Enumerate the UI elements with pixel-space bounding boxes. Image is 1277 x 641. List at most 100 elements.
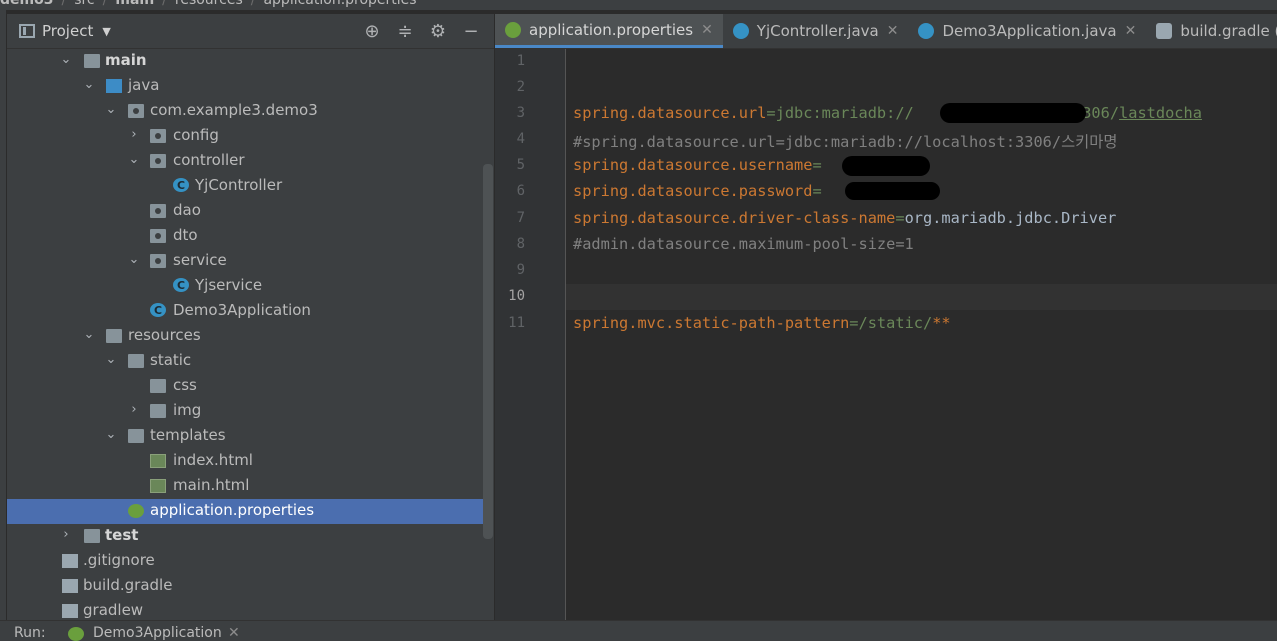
tree-item-test[interactable]: › test: [7, 524, 484, 549]
chevron-down-icon[interactable]: ⌄: [60, 52, 72, 67]
tree-item-config[interactable]: › config: [7, 124, 484, 149]
chevron-down-icon[interactable]: ▼: [102, 25, 110, 38]
tab-label: build.gradle (demo3): [1180, 22, 1277, 40]
close-icon[interactable]: ✕: [228, 625, 240, 641]
chevron-right-icon[interactable]: ›: [128, 127, 140, 142]
tree-item-label: .gitignore: [83, 551, 155, 569]
breadcrumb-main[interactable]: main: [115, 0, 154, 8]
settings-icon[interactable]: ⚙: [428, 21, 448, 42]
chevron-down-icon[interactable]: ⌄: [105, 352, 117, 367]
chevron-down-icon[interactable]: ⌄: [105, 427, 117, 442]
code-line-11: spring.mvc.static-path-pattern=/static/*…: [573, 314, 951, 332]
tree-item-dao[interactable]: dao: [7, 199, 484, 224]
tree-item-label: img: [173, 401, 202, 419]
java-class-icon: C: [173, 278, 189, 292]
tree-item-label: application.properties: [150, 501, 315, 519]
tree-item-label: config: [173, 126, 219, 144]
tree-item-main-html[interactable]: main.html: [7, 474, 484, 499]
tree-item-application-properties[interactable]: application.properties: [7, 499, 493, 524]
tree-item-build-gradle[interactable]: build.gradle: [7, 574, 484, 599]
tree-item-demo3application[interactable]: C Demo3Application: [7, 299, 484, 324]
project-panel-title[interactable]: Project: [42, 22, 93, 40]
code-line-5: spring.datasource.username=: [573, 156, 822, 174]
close-icon[interactable]: ✕: [887, 23, 899, 39]
chevron-down-icon[interactable]: ⌄: [83, 327, 95, 342]
tab-yjcontroller[interactable]: YjController.java ✕: [723, 14, 909, 48]
resources-folder-icon: [106, 329, 122, 343]
redaction-mark: [940, 103, 1086, 123]
code-line-8: #admin.datasource.maximum-pool-size=1: [573, 235, 914, 253]
tree-item-yjservice[interactable]: C Yjservice: [7, 274, 484, 299]
project-view-icon: [19, 24, 35, 38]
close-icon[interactable]: ✕: [701, 22, 713, 38]
spring-boot-class-icon: C: [150, 303, 166, 317]
chevron-right-icon[interactable]: ›: [60, 527, 72, 542]
tree-item-label: YjController: [195, 176, 283, 194]
tree-item-templates[interactable]: ⌄ templates: [7, 424, 484, 449]
run-tool-window-bar: Run: Demo3Application ✕: [0, 620, 1277, 641]
html-file-icon: [150, 479, 166, 493]
tree-item-css[interactable]: css: [7, 374, 484, 399]
locate-icon[interactable]: ⊕: [362, 21, 382, 42]
hide-icon[interactable]: −: [461, 21, 481, 42]
package-icon: [150, 129, 166, 143]
tree-item-img[interactable]: › img: [7, 399, 484, 424]
line-number: 6: [516, 183, 525, 199]
tree-item-label: java: [128, 76, 160, 94]
tree-item-label: dao: [173, 201, 201, 219]
tree-item-gitignore[interactable]: .gitignore: [7, 549, 484, 574]
line-number: 3: [516, 105, 525, 121]
package-icon: [150, 254, 166, 268]
line-number: 11: [508, 315, 525, 331]
chevron-down-icon[interactable]: ⌄: [128, 152, 140, 167]
left-tool-strip[interactable]: [0, 10, 7, 620]
tree-item-gradlew[interactable]: gradlew: [7, 599, 484, 620]
chevron-right-icon[interactable]: ›: [128, 402, 140, 417]
tree-item-main[interactable]: ⌄ main: [7, 49, 484, 74]
source-folder-icon: [106, 79, 122, 93]
breadcrumb-project[interactable]: demo3: [0, 0, 53, 8]
breadcrumb-src[interactable]: src: [74, 0, 94, 8]
tree-item-label: test: [105, 526, 139, 544]
tree-item-label: main: [105, 51, 147, 69]
tree-item-label: static: [150, 351, 192, 369]
close-icon[interactable]: ✕: [1125, 23, 1137, 39]
java-class-icon: C: [173, 178, 189, 192]
package-icon: [128, 104, 144, 118]
chevron-down-icon[interactable]: ⌄: [105, 102, 117, 117]
chevron-down-icon[interactable]: ⌄: [83, 77, 95, 92]
tree-item-label: build.gradle: [83, 576, 173, 594]
tree-item-index-html[interactable]: index.html: [7, 449, 484, 474]
tab-demo3application[interactable]: Demo3Application.java ✕: [908, 14, 1146, 48]
tree-item-yjcontroller[interactable]: C YjController: [7, 174, 484, 199]
gradle-icon: [62, 579, 78, 593]
tree-item-java[interactable]: ⌄ java: [7, 74, 484, 99]
tab-label: Demo3Application.java: [942, 22, 1117, 40]
tree-item-label: index.html: [173, 451, 253, 469]
breadcrumb-file[interactable]: application.properties: [263, 0, 416, 8]
tree-item-label: templates: [150, 426, 226, 444]
package-icon: [150, 204, 166, 218]
tab-label: YjController.java: [756, 22, 879, 40]
tree-item-controller[interactable]: ⌄ controller: [7, 149, 484, 174]
collapse-all-icon[interactable]: ≑: [395, 21, 415, 42]
package-icon: [150, 154, 166, 168]
project-scrollbar[interactable]: [483, 164, 493, 539]
line-number: 7: [516, 210, 525, 226]
tree-item-dto[interactable]: dto: [7, 224, 484, 249]
tab-build-gradle[interactable]: build.gradle (demo3): [1146, 14, 1277, 48]
chevron-down-icon[interactable]: ⌄: [128, 252, 140, 267]
tree-item-service[interactable]: ⌄ service: [7, 249, 484, 274]
tree-item-label: com.example3.demo3: [150, 101, 318, 119]
tab-application-properties[interactable]: application.properties ✕: [495, 14, 723, 48]
tree-item-static[interactable]: ⌄ static: [7, 349, 484, 374]
tree-item-label: resources: [128, 326, 201, 344]
line-number: 8: [516, 236, 525, 252]
code-line-7: spring.datasource.driver-class-name=org.…: [573, 209, 1117, 227]
breadcrumb: demo3/src / main / resources / application.pro…: [0, 0, 1277, 10]
breadcrumb-resources[interactable]: resources: [175, 0, 243, 8]
tree-item-resources[interactable]: ⌄ resources: [7, 324, 484, 349]
redaction-mark: [845, 182, 940, 200]
run-config-tab[interactable]: Demo3Application: [93, 625, 222, 641]
tree-item-package[interactable]: ⌄ com.example3.demo3: [7, 99, 484, 124]
